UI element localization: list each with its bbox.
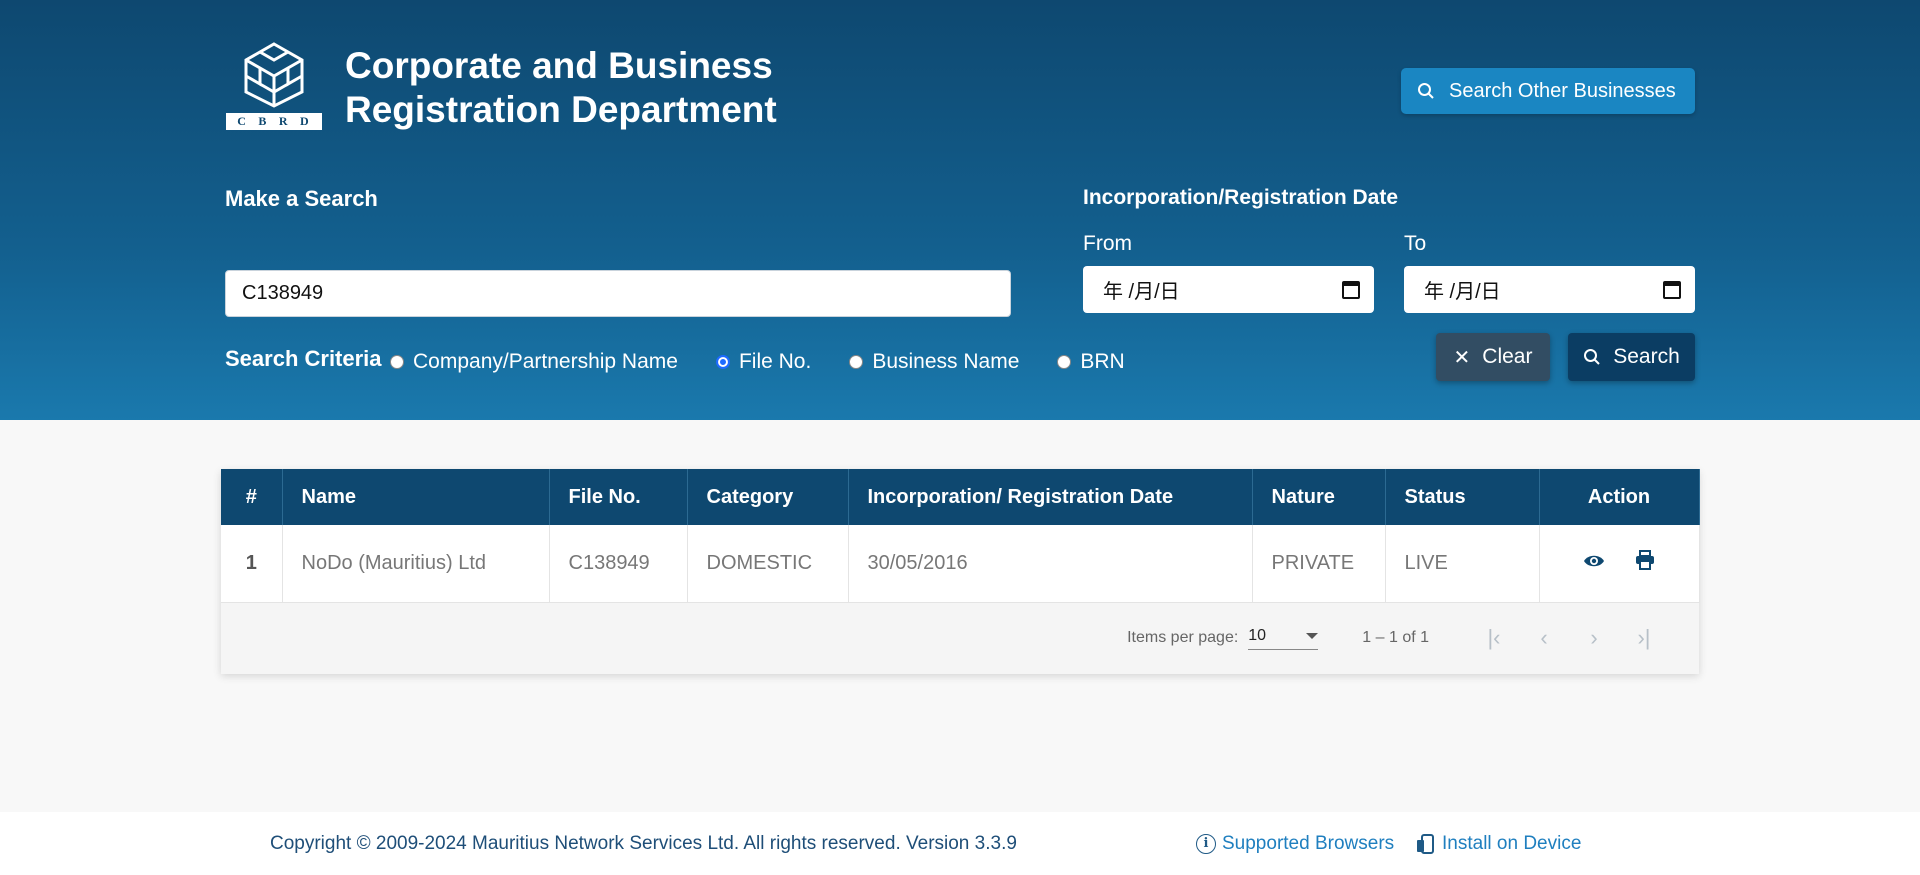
column-header-number[interactable]: # [221, 469, 283, 525]
column-header-status[interactable]: Status [1385, 469, 1540, 525]
radio-file-no[interactable]: File No. [715, 350, 811, 374]
radio-button[interactable] [1057, 355, 1072, 369]
to-date-input[interactable]: 年 /月/日 [1404, 266, 1695, 313]
paginator: Items per page: 10 1 – 1 of 1 |‹ ‹ › ›| [221, 602, 1699, 674]
last-page-icon[interactable]: ›| [1619, 625, 1669, 651]
chevron-down-icon [1306, 632, 1319, 639]
copyright-text: Copyright © 2009-2024 Mauritius Network … [270, 832, 1017, 854]
search-button[interactable]: Search [1568, 333, 1695, 381]
page-range-label: 1 – 1 of 1 [1362, 629, 1429, 646]
print-icon[interactable] [1635, 550, 1655, 576]
device-icon [1417, 833, 1434, 854]
nature-cell: PRIVATE [1252, 525, 1386, 603]
radio-button-selected[interactable] [715, 355, 730, 369]
cbrd-logo: C B R D [226, 42, 322, 130]
calendar-icon[interactable] [1663, 280, 1681, 299]
company-name-cell: NoDo (Mauritius) Ltd [282, 525, 550, 603]
info-icon: i [1196, 833, 1216, 854]
search-criteria-options: Company/Partnership Name File No. Busine… [390, 350, 1163, 374]
registration-date-cell: 30/05/2016 [848, 525, 1253, 603]
to-label: To [1404, 232, 1427, 255]
results-table-card: # Name File No. Category Incorporation/ … [221, 469, 1700, 674]
search-icon [1418, 83, 1434, 99]
radio-brn[interactable]: BRN [1057, 350, 1125, 374]
next-page-icon[interactable]: › [1569, 625, 1619, 651]
column-header-category[interactable]: Category [687, 469, 849, 525]
radio-business-name[interactable]: Business Name [849, 350, 1019, 374]
results-table: # Name File No. Category Incorporation/ … [221, 469, 1700, 603]
logo-letters: C B R D [226, 113, 322, 130]
footer: Copyright © 2009-2024 Mauritius Network … [0, 812, 1920, 875]
from-label: From [1083, 232, 1132, 255]
category-cell: DOMESTIC [687, 525, 849, 603]
radio-button[interactable] [849, 355, 864, 369]
from-date-input[interactable]: 年 /月/日 [1083, 266, 1374, 313]
radio-button[interactable] [390, 355, 404, 369]
table-row: 1 NoDo (Mauritius) Ltd C138949 DOMESTIC … [221, 525, 1700, 603]
search-other-businesses-button[interactable]: Search Other Businesses [1401, 68, 1695, 114]
supported-browsers-link[interactable]: i Supported Browsers [1196, 833, 1394, 855]
clear-button[interactable]: ✕ Clear [1436, 333, 1550, 381]
table-header-row: # Name File No. Category Incorporation/ … [221, 469, 1700, 525]
search-header: C B R D Corporate and Business Registrat… [0, 0, 1920, 420]
first-page-icon[interactable]: |‹ [1469, 625, 1519, 651]
column-header-file-no[interactable]: File No. [549, 469, 688, 525]
close-icon: ✕ [1453, 346, 1471, 369]
search-icon [1584, 349, 1600, 365]
search-criteria-label: Search Criteria [225, 346, 382, 371]
make-search-heading: Make a Search [225, 186, 378, 211]
previous-page-icon[interactable]: ‹ [1519, 625, 1569, 651]
page-title: Corporate and Business Registration Depa… [345, 44, 777, 132]
status-cell: LIVE [1385, 525, 1540, 603]
row-number: 1 [221, 525, 283, 603]
view-eye-icon[interactable] [1583, 552, 1605, 575]
column-header-nature[interactable]: Nature [1252, 469, 1386, 525]
radio-company-name[interactable]: Company/Partnership Name [390, 350, 678, 374]
items-per-page-select[interactable]: 10 [1248, 627, 1319, 650]
search-input[interactable]: C138949 [225, 270, 1011, 317]
install-on-device-link[interactable]: Install on Device [1416, 833, 1581, 855]
registration-date-heading: Incorporation/Registration Date [1083, 186, 1399, 209]
calendar-icon[interactable] [1342, 280, 1360, 299]
column-header-action: Action [1539, 469, 1700, 525]
file-no-cell: C138949 [549, 525, 688, 603]
title-line-1: Corporate and Business [345, 45, 773, 86]
column-header-name[interactable]: Name [282, 469, 550, 525]
title-line-2: Registration Department [345, 89, 777, 130]
action-cell [1539, 525, 1700, 603]
column-header-registration-date[interactable]: Incorporation/ Registration Date [848, 469, 1253, 525]
items-per-page-label: Items per page: [1127, 629, 1239, 646]
cube-logo-icon [244, 42, 304, 108]
